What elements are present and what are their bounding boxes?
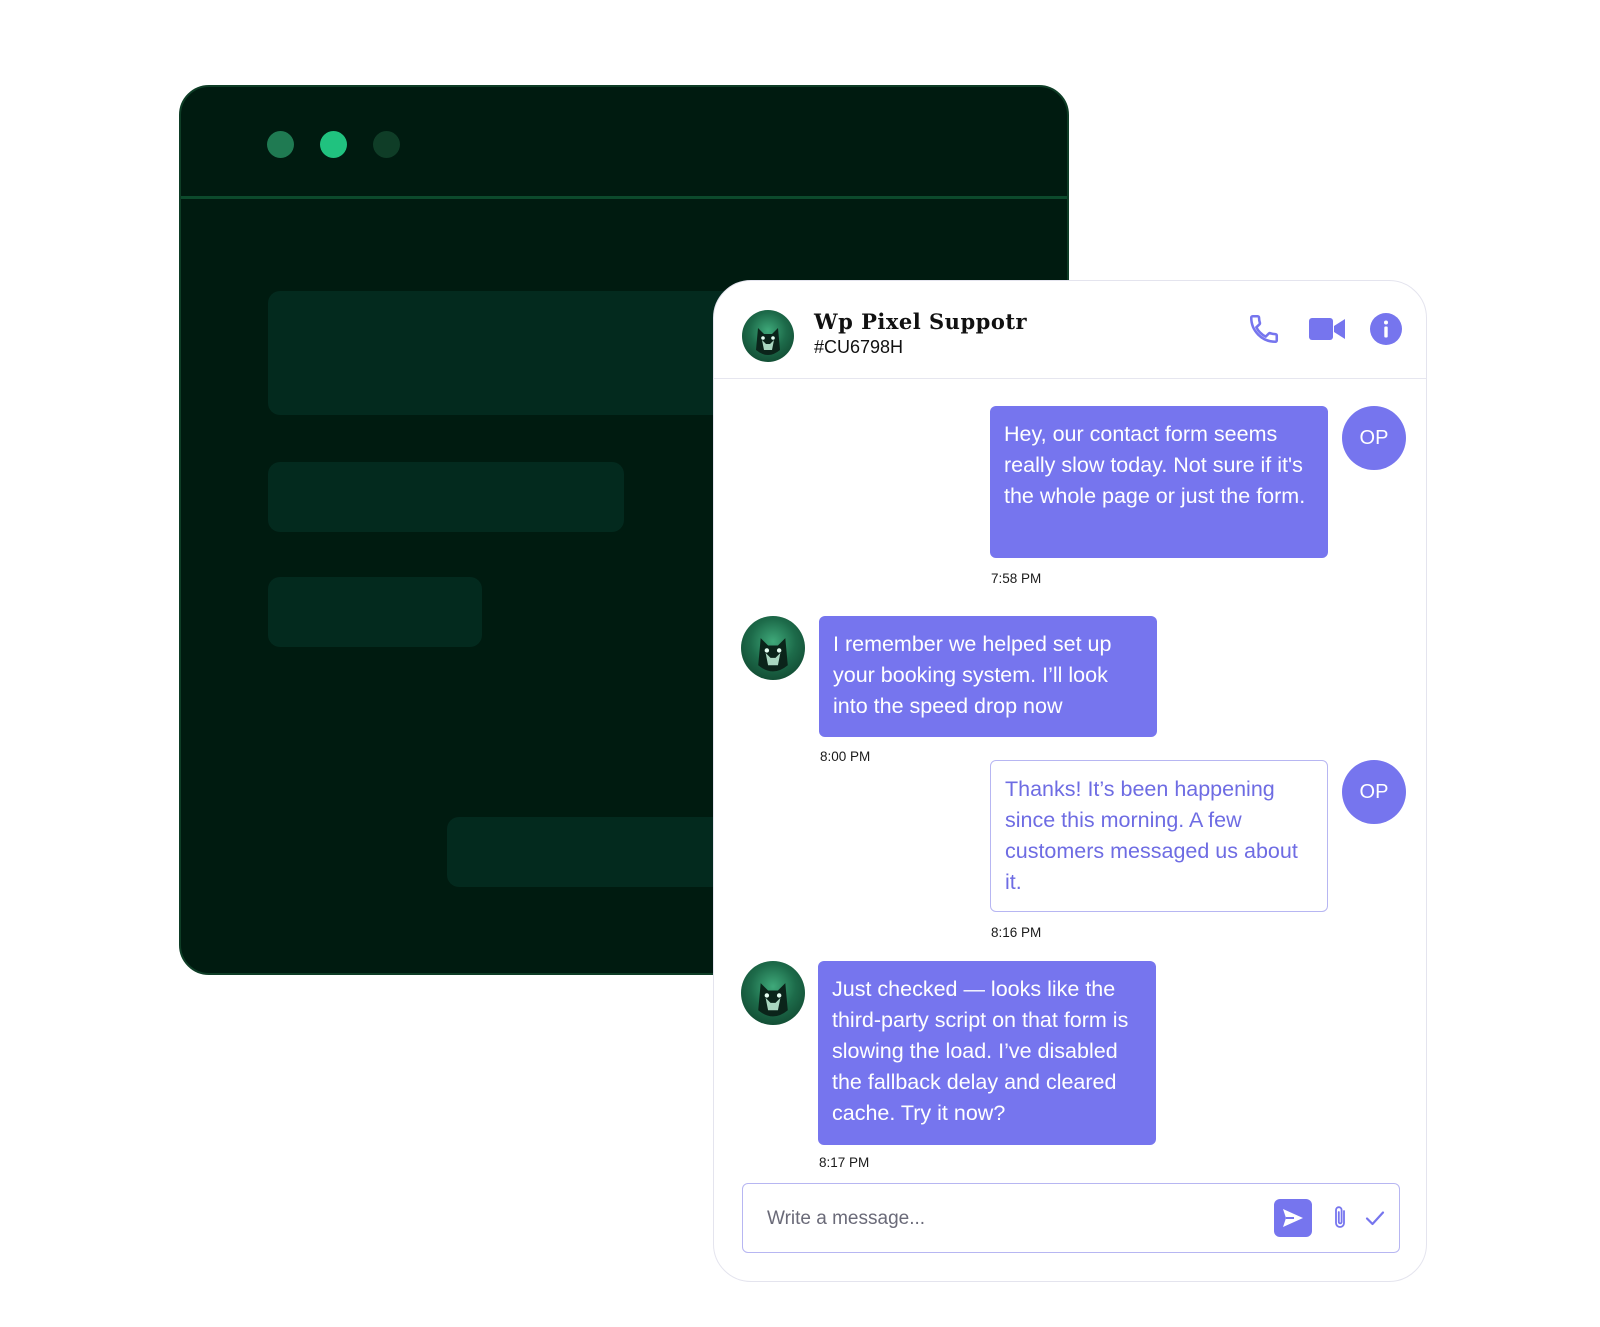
info-icon[interactable] xyxy=(1370,313,1402,345)
chat-header: Wp Pixel Suppotr #CU6798H xyxy=(714,281,1426,379)
customer-avatar: OP xyxy=(1342,406,1406,470)
agent-message-bubble: Just checked — looks like the third-part… xyxy=(818,961,1156,1145)
agent-avatar xyxy=(741,616,805,680)
agent-name: Wp Pixel Suppotr xyxy=(814,309,1028,334)
message-timestamp: 8:16 PM xyxy=(991,925,1042,940)
window-titlebar xyxy=(181,87,1067,199)
message-input[interactable] xyxy=(765,1202,1249,1236)
customer-message-bubble: Thanks! It’s been happening since this m… xyxy=(990,760,1328,912)
paperclip-icon[interactable] xyxy=(1329,1204,1351,1232)
agent-avatar xyxy=(742,310,794,362)
phone-icon[interactable] xyxy=(1247,312,1281,346)
window-close-dot[interactable] xyxy=(267,131,294,158)
send-icon xyxy=(1283,1209,1303,1227)
chat-window: Wp Pixel Suppotr #CU6798H Hey, our conta… xyxy=(713,280,1427,1282)
checkmark-icon[interactable] xyxy=(1363,1206,1387,1230)
message-timestamp: 8:00 PM xyxy=(820,749,871,764)
ticket-id: #CU6798H xyxy=(814,337,904,357)
window-minimize-dot[interactable] xyxy=(320,131,347,158)
placeholder-block xyxy=(268,462,624,532)
customer-message-bubble: Hey, our contact form seems really slow … xyxy=(990,406,1328,558)
agent-message-bubble: I remember we helped set up your booking… xyxy=(819,616,1157,737)
placeholder-block xyxy=(268,577,482,647)
message-list: Hey, our contact form seems really slow … xyxy=(714,379,1426,1170)
video-icon[interactable] xyxy=(1308,315,1346,343)
message-composer xyxy=(742,1183,1400,1253)
agent-avatar xyxy=(741,961,805,1025)
message-timestamp: 7:58 PM xyxy=(991,571,1042,586)
window-maximize-dot[interactable] xyxy=(373,131,400,158)
send-button[interactable] xyxy=(1274,1199,1312,1237)
customer-avatar: OP xyxy=(1342,760,1406,824)
message-timestamp: 8:17 PM xyxy=(819,1155,870,1170)
